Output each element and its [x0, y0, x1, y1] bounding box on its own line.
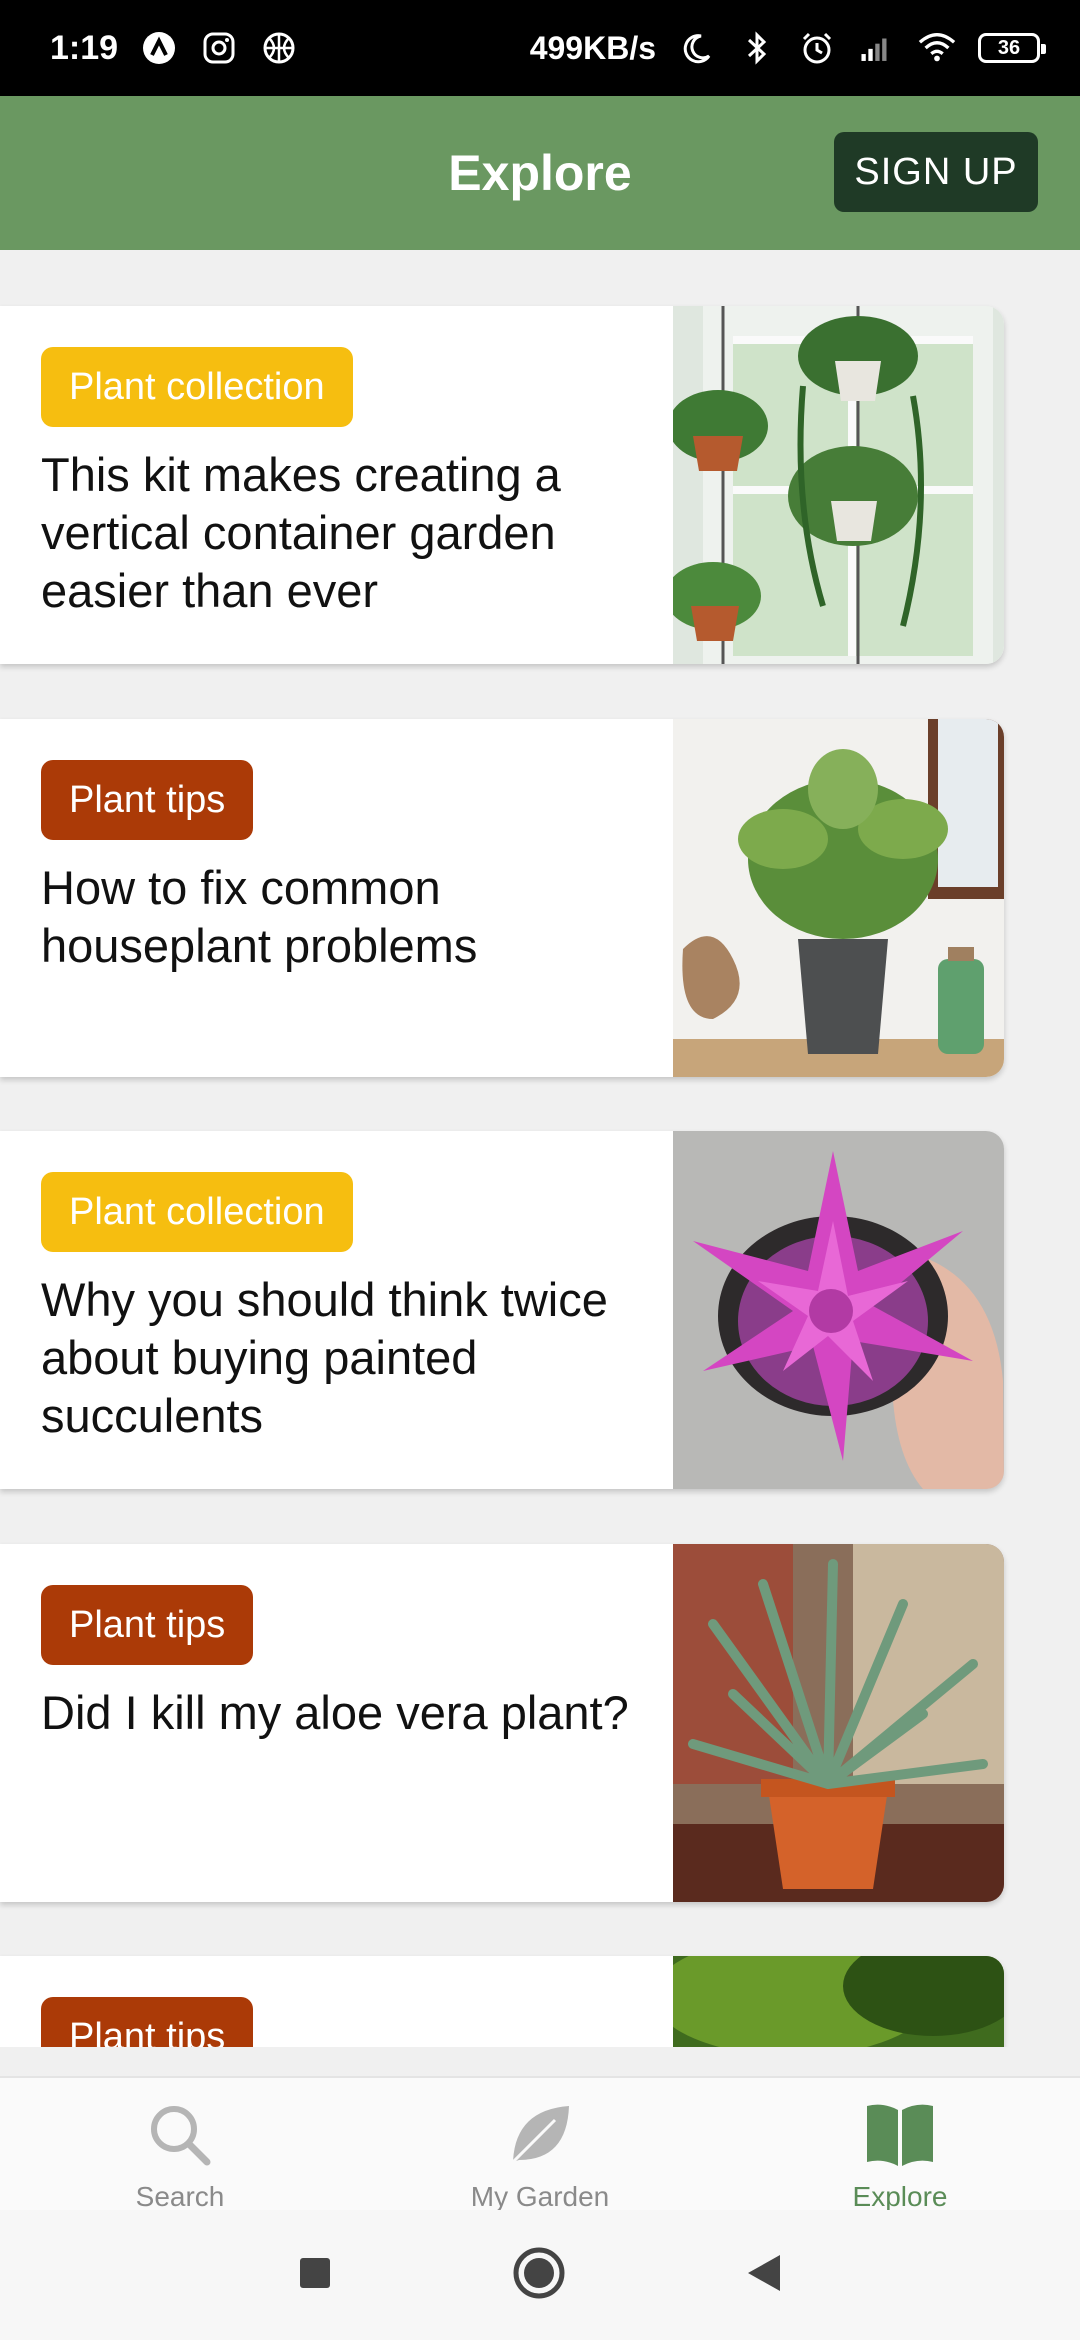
article-title: How to fix common houseplant problems — [41, 861, 478, 972]
category-badge: Plant tips — [41, 1997, 254, 2047]
recent-apps-button[interactable] — [298, 2256, 332, 2295]
nav-label: My Garden — [470, 2181, 610, 2212]
page-title: Explore — [448, 145, 632, 201]
nav-my-garden[interactable]: My Garden — [360, 2078, 720, 2212]
category-badge: Plant tips — [41, 1585, 254, 1665]
status-bar: 1:19 499KB/s 36 — [0, 0, 1080, 96]
article-title: This kit makes creating a vertical conta… — [41, 448, 561, 617]
article-card[interactable]: Plant collection Why you should think tw… — [0, 1131, 1004, 1489]
status-time: 1:19 — [50, 28, 119, 67]
network-speed: 499KB/s — [529, 29, 656, 66]
app-header: Explore SIGN UP — [0, 96, 1080, 250]
hanging-planters-photo — [673, 306, 1004, 664]
green-foliage-photo — [673, 1956, 1004, 2047]
moon-icon — [678, 29, 716, 67]
search-icon — [145, 2100, 215, 2175]
home-button[interactable] — [512, 2246, 566, 2305]
article-card[interactable]: Plant tips — [0, 1956, 1004, 2047]
category-badge: Plant collection — [41, 347, 353, 427]
pink-succulent-photo — [673, 1131, 1004, 1489]
nav-label: Explore — [852, 2181, 948, 2212]
wifi-icon — [918, 29, 956, 67]
article-card[interactable]: Plant collection This kit makes creating… — [0, 306, 1004, 664]
instagram-icon — [200, 29, 238, 67]
alarm-icon — [798, 29, 836, 67]
bluetooth-icon — [738, 29, 776, 67]
aloe-vera-photo — [673, 1544, 1004, 1902]
article-card[interactable]: Plant tips How to fix common houseplant … — [0, 719, 1004, 1077]
article-title: Why you should think twice about buying … — [41, 1273, 608, 1442]
bottom-navigation: Search My Garden Explore — [0, 2076, 1080, 2212]
basketball-icon — [260, 29, 298, 67]
app-notification-icon — [140, 29, 178, 67]
nav-explore[interactable]: Explore — [720, 2078, 1080, 2212]
book-icon — [863, 2100, 937, 2175]
category-badge: Plant collection — [41, 1172, 353, 1252]
system-navigation-bar — [0, 2210, 1080, 2340]
back-button[interactable] — [746, 2253, 782, 2298]
potted-houseplant-photo — [673, 719, 1004, 1077]
article-card[interactable]: Plant tips Did I kill my aloe vera plant… — [0, 1544, 1004, 1902]
battery-indicator: 36 — [978, 33, 1046, 63]
sign-up-button[interactable]: SIGN UP — [834, 132, 1038, 212]
category-badge: Plant tips — [41, 760, 254, 840]
leaf-icon — [505, 2100, 575, 2175]
nav-search[interactable]: Search — [0, 2078, 360, 2212]
signal-icon — [858, 29, 896, 67]
nav-label: Search — [135, 2181, 225, 2212]
article-title: Did I kill my aloe vera plant? — [41, 1686, 629, 1739]
article-feed[interactable]: Plant collection This kit makes creating… — [0, 250, 1080, 2047]
